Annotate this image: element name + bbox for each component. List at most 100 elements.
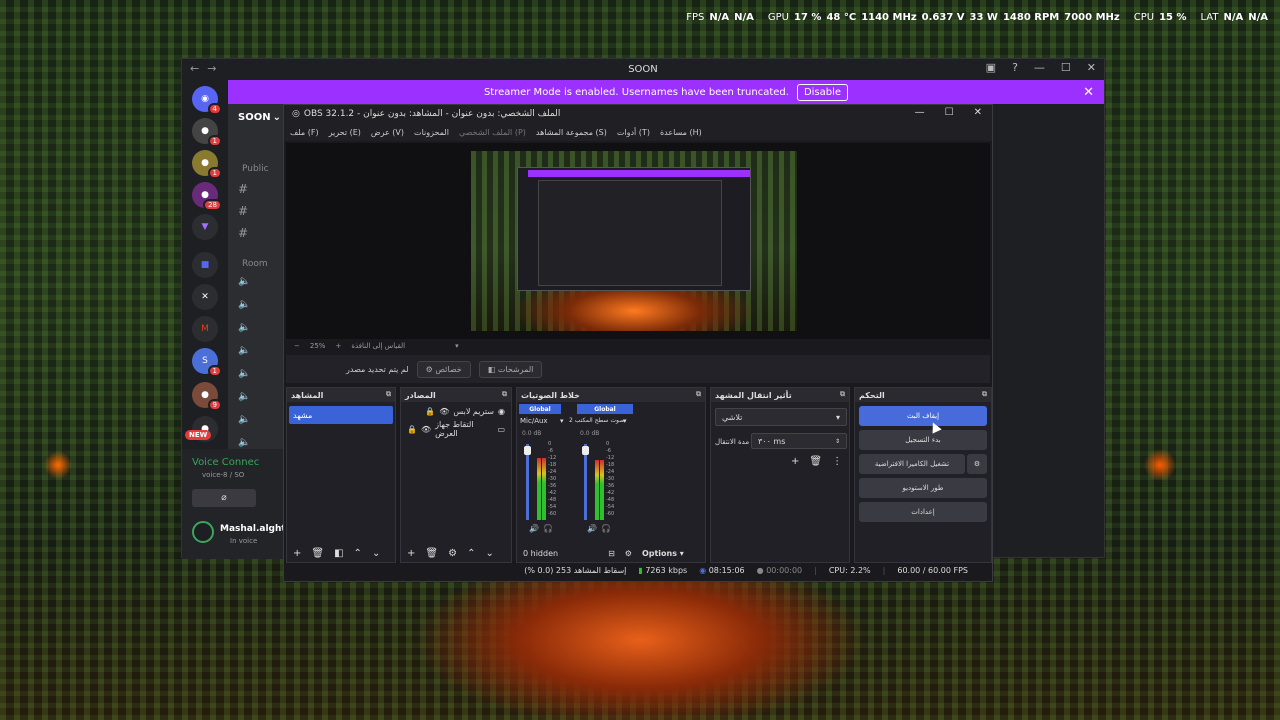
folder-icon[interactable]: ■ xyxy=(192,252,218,278)
volume-fader[interactable] xyxy=(584,444,587,520)
headphones-icon[interactable]: 🎧 xyxy=(543,524,553,533)
zoom-out-icon[interactable]: − xyxy=(294,342,300,350)
forward-arrow-icon[interactable]: → xyxy=(207,62,216,75)
menu-tools[interactable]: أدوات (T) xyxy=(617,128,650,137)
voice-channel-icon[interactable]: 🔈 xyxy=(238,345,250,356)
lock-icon[interactable]: 🔒 xyxy=(407,425,417,434)
add-icon[interactable]: + xyxy=(791,456,799,467)
mixer-settings-icon[interactable]: ⚙ xyxy=(625,549,632,558)
chevron-down-icon[interactable]: ▾ xyxy=(623,417,627,425)
voice-channel-icon[interactable]: 🔈 xyxy=(238,299,250,310)
studio-mode-button[interactable]: طور الاستوديو xyxy=(859,478,987,498)
voice-channel-icon[interactable]: 🔈 xyxy=(238,414,250,425)
trash-icon[interactable]: 🗑 xyxy=(311,548,324,559)
inbox-icon[interactable]: ▣ xyxy=(986,61,996,74)
chevron-down-icon[interactable]: ▾ xyxy=(455,342,459,350)
add-icon[interactable]: + xyxy=(293,548,301,559)
filters-button[interactable]: ◧ المرشحات xyxy=(478,360,543,378)
minimize-icon[interactable]: — xyxy=(915,107,925,118)
discord-home-icon[interactable]: ◉ 4 xyxy=(192,86,222,115)
stop-streaming-button[interactable]: إيقاف البث xyxy=(859,406,987,426)
duration-spinbox[interactable]: ٣٠٠ ms ⇕ xyxy=(751,433,847,449)
server-icon[interactable]: M xyxy=(192,316,218,342)
start-recording-button[interactable]: بدء التسجيل xyxy=(859,430,987,450)
popout-icon[interactable]: ⧉ xyxy=(696,390,701,399)
chevron-down-icon[interactable]: ▾ xyxy=(560,417,564,425)
server-icon[interactable]: ▼ xyxy=(192,214,218,240)
arrow-up-icon[interactable]: ⌃ xyxy=(467,548,475,559)
layout-icon[interactable]: ⊟ xyxy=(608,549,615,558)
voice-channel-icon[interactable]: 🔈 xyxy=(238,368,250,379)
speaker-icon[interactable]: 🔊 xyxy=(529,524,539,533)
help-icon[interactable]: ? xyxy=(1012,61,1018,74)
more-icon[interactable]: ⋮ xyxy=(832,456,842,467)
category-public[interactable]: Public xyxy=(242,164,269,174)
zoom-in-icon[interactable]: + xyxy=(335,342,341,350)
lock-icon[interactable]: 🔒 xyxy=(425,407,435,416)
avatar[interactable] xyxy=(192,521,214,543)
scene-item[interactable]: مشهد xyxy=(289,406,393,424)
menu-edit[interactable]: تحرير (E) xyxy=(329,128,361,137)
popout-icon[interactable]: ⧉ xyxy=(502,390,507,399)
minimize-icon[interactable]: — xyxy=(1034,61,1045,74)
headphones-icon[interactable]: 🎧 xyxy=(601,524,611,533)
menu-scene-collection[interactable]: مجموعة المشاهد (S) xyxy=(536,128,607,137)
start-virtual-camera-button[interactable]: تشغيل الكاميرا الافتراضية xyxy=(859,454,965,474)
text-channel-icon[interactable]: # xyxy=(238,226,248,240)
server-icon[interactable]: ● 1 xyxy=(192,150,222,179)
arrow-down-icon[interactable]: ⌄ xyxy=(372,548,380,559)
gear-icon[interactable]: ⚙ xyxy=(448,548,457,559)
menu-file[interactable]: ملف (F) xyxy=(290,128,319,137)
source-item[interactable]: 🔒 👁 التقاط جهاز العرض ▭ xyxy=(401,420,511,438)
preview-canvas[interactable] xyxy=(286,143,990,339)
menu-view[interactable]: عرض (V) xyxy=(371,128,404,137)
voice-channel-active-icon[interactable]: 🔈 xyxy=(238,437,250,448)
menu-help[interactable]: مساعدة (H) xyxy=(660,128,702,137)
category-room[interactable]: Room xyxy=(242,259,268,269)
voice-channel-icon[interactable]: 🔈 xyxy=(238,322,250,333)
speaker-icon[interactable]: 🔊 xyxy=(587,524,597,533)
server-icon[interactable]: S1 xyxy=(192,348,222,377)
voice-channel-icon[interactable]: 🔈 xyxy=(238,391,250,402)
add-icon[interactable]: + xyxy=(407,548,415,559)
source-item[interactable]: 🔒 👁 ستريم لابس ◉ xyxy=(401,402,511,420)
close-icon[interactable]: ✕ xyxy=(1083,85,1094,100)
gear-icon[interactable]: ⚙ xyxy=(967,454,987,474)
close-icon[interactable]: ✕ xyxy=(974,107,982,118)
menu-profile[interactable]: الملف الشخصي (P) xyxy=(459,128,526,137)
server-icon[interactable]: ● 28 xyxy=(192,182,222,211)
trash-icon[interactable]: 🗑 xyxy=(425,548,438,559)
voice-channel-icon[interactable]: 🔈 xyxy=(238,276,250,287)
transition-select[interactable]: تلاشي ▾ xyxy=(715,408,847,426)
spin-arrows-icon[interactable]: ⇕ xyxy=(835,438,840,445)
volume-fader[interactable] xyxy=(526,444,529,520)
text-channel-icon[interactable]: # xyxy=(238,182,248,196)
menu-docks[interactable]: المحزونات xyxy=(414,128,449,137)
arrow-up-icon[interactable]: ⌃ xyxy=(354,548,362,559)
settings-button[interactable]: إعدادات xyxy=(859,502,987,522)
popout-icon[interactable]: ⧉ xyxy=(982,390,987,399)
popout-icon[interactable]: ⧉ xyxy=(840,390,845,399)
scale-to-window-label[interactable]: القياس إلى النافذة xyxy=(351,342,405,350)
trash-icon[interactable]: 🗑 xyxy=(809,456,822,467)
popout-icon[interactable]: ⧉ xyxy=(386,390,391,399)
camera-off-button[interactable]: ⌀ xyxy=(192,489,256,507)
arrow-down-icon[interactable]: ⌄ xyxy=(485,548,493,559)
voice-connected-label[interactable]: Voice Connec xyxy=(192,457,259,468)
fader-knob[interactable] xyxy=(524,446,531,455)
fader-knob[interactable] xyxy=(582,446,589,455)
back-arrow-icon[interactable]: ← xyxy=(190,62,199,75)
server-icon[interactable]: ● 9 xyxy=(192,382,222,411)
close-icon[interactable]: ✕ xyxy=(1087,61,1096,74)
filter-icon[interactable]: ◧ xyxy=(334,548,343,559)
server-icon[interactable]: ● 1 xyxy=(192,118,222,147)
server-icon[interactable]: ✕ xyxy=(192,284,218,310)
eye-icon[interactable]: 👁 xyxy=(421,425,431,434)
eye-icon[interactable]: 👁 xyxy=(439,407,449,416)
properties-button[interactable]: ⚙ خصائص xyxy=(416,360,471,378)
options-button[interactable]: Options ▾ xyxy=(642,549,684,558)
disable-button[interactable]: Disable xyxy=(796,83,849,101)
maximize-icon[interactable]: ☐ xyxy=(1061,61,1071,74)
maximize-icon[interactable]: ☐ xyxy=(945,107,954,118)
hidden-count[interactable]: 0 hidden xyxy=(523,549,558,558)
